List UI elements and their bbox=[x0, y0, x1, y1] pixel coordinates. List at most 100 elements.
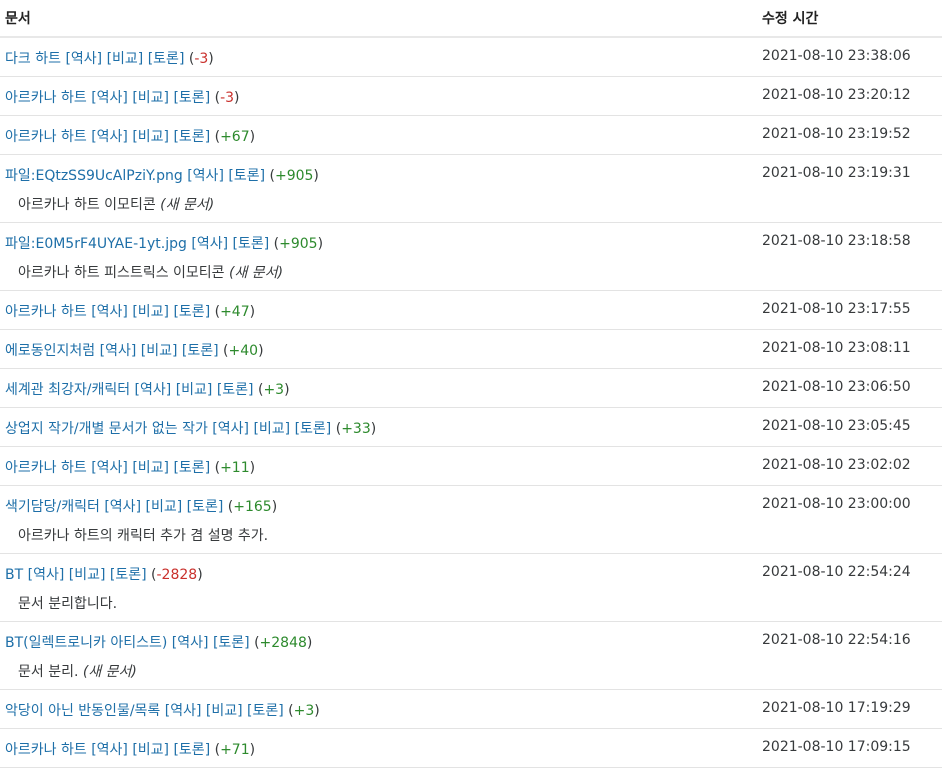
history-link[interactable]: [역사] bbox=[172, 635, 209, 651]
discuss-link[interactable]: [토론] bbox=[295, 421, 332, 437]
document-link[interactable]: 아르카나 하트 bbox=[5, 90, 87, 106]
change-size-value: +67 bbox=[220, 129, 250, 145]
compare-link[interactable]: [비교] bbox=[253, 421, 290, 437]
history-link[interactable]: [역사] bbox=[28, 567, 65, 583]
discuss-link[interactable]: [토론] bbox=[233, 236, 270, 252]
discuss-link[interactable]: [토론] bbox=[148, 51, 185, 67]
compare-link[interactable]: [비교] bbox=[107, 51, 144, 67]
change-size: (+2848) bbox=[254, 635, 313, 651]
compare-link[interactable]: [비교] bbox=[206, 703, 243, 719]
discuss-link[interactable]: [토론] bbox=[173, 460, 210, 476]
document-cell: 세계관 최강자/캐릭터 [역사] [비교] [토론] (+3) bbox=[5, 379, 290, 399]
change-size-value: +165 bbox=[233, 499, 272, 515]
document-link[interactable]: 에로동인지처럼 bbox=[5, 343, 95, 359]
compare-link[interactable]: [비교] bbox=[132, 129, 169, 145]
history-link[interactable]: [역사] bbox=[91, 129, 128, 145]
discuss-link[interactable]: [토론] bbox=[110, 567, 147, 583]
discuss-link[interactable]: [토론] bbox=[213, 635, 250, 651]
document-link[interactable]: 다크 하트 bbox=[5, 51, 61, 67]
change-size-value: +11 bbox=[220, 460, 250, 476]
history-link[interactable]: [역사] bbox=[104, 499, 141, 515]
column-header-modified-time: 수정 시간 bbox=[762, 11, 819, 27]
history-link[interactable]: [역사] bbox=[91, 304, 128, 320]
table-row: BT [역사] [비교] [토론] (-2828) 2021-08-10 22:5… bbox=[0, 554, 942, 622]
document-link[interactable]: 악당이 아닌 반동인물/목록 bbox=[5, 703, 160, 719]
change-size: (+905) bbox=[269, 168, 319, 184]
document-link[interactable]: 아르카나 하트 bbox=[5, 304, 87, 320]
table-header: 문서 수정 시간 bbox=[0, 0, 942, 38]
document-link[interactable]: 아르카나 하트 bbox=[5, 129, 87, 145]
compare-link[interactable]: [비교] bbox=[69, 567, 106, 583]
discuss-link[interactable]: [토론] bbox=[173, 90, 210, 106]
table-body: 다크 하트 [역사] [비교] [토론] (-3) 2021-08-10 23:3… bbox=[0, 38, 942, 768]
edit-summary: 아르카나 하트의 캐릭터 추가 겸 설명 추가. bbox=[18, 525, 268, 545]
history-link[interactable]: [역사] bbox=[91, 742, 128, 758]
document-link[interactable]: 파일:EQtzSS9UcAlPziY.png bbox=[5, 168, 183, 184]
document-cell: 아르카나 하트 [역사] [비교] [토론] (+71) bbox=[5, 739, 255, 759]
document-cell: BT(일렉트로니카 아티스트) [역사] [토론] (+2848) bbox=[5, 632, 312, 652]
compare-link[interactable]: [비교] bbox=[141, 343, 178, 359]
modified-time: 2021-08-10 23:17:55 bbox=[762, 301, 911, 317]
table-row: 다크 하트 [역사] [비교] [토론] (-3) 2021-08-10 23:3… bbox=[0, 38, 942, 77]
compare-link[interactable]: [비교] bbox=[145, 499, 182, 515]
history-link[interactable]: [역사] bbox=[212, 421, 249, 437]
history-link[interactable]: [역사] bbox=[187, 168, 224, 184]
change-size-value: -2828 bbox=[156, 567, 198, 583]
history-link[interactable]: [역사] bbox=[100, 343, 137, 359]
change-size-value: +905 bbox=[279, 236, 318, 252]
document-cell: 아르카나 하트 [역사] [비교] [토론] (-3) bbox=[5, 87, 240, 107]
document-link[interactable]: 색기담당/캐릭터 bbox=[5, 499, 100, 515]
change-size: (-3) bbox=[214, 90, 240, 106]
edit-summary: 아르카나 하트 이모티콘 (새 문서) bbox=[18, 194, 214, 214]
history-link[interactable]: [역사] bbox=[165, 703, 202, 719]
document-link[interactable]: 아르카나 하트 bbox=[5, 460, 87, 476]
change-size-value: +33 bbox=[341, 421, 371, 437]
modified-time: 2021-08-10 23:19:31 bbox=[762, 165, 911, 181]
document-link[interactable]: 파일:E0M5rF4UYAE-1yt.jpg bbox=[5, 236, 187, 252]
compare-link[interactable]: [비교] bbox=[132, 742, 169, 758]
edit-summary-text: 아르카나 하트 이모티콘 bbox=[18, 197, 156, 213]
discuss-link[interactable]: [토론] bbox=[173, 304, 210, 320]
document-link[interactable]: 세계관 최강자/캐릭터 bbox=[5, 382, 130, 398]
change-size: (+47) bbox=[214, 304, 256, 320]
document-cell: BT [역사] [비교] [토론] (-2828) bbox=[5, 564, 203, 584]
document-cell: 파일:E0M5rF4UYAE-1yt.jpg [역사] [토론] (+905) bbox=[5, 233, 323, 253]
document-link[interactable]: BT(일렉트로니카 아티스트) bbox=[5, 635, 167, 651]
table-row: 아르카나 하트 [역사] [비교] [토론] (+11) 2021-08-10 2… bbox=[0, 447, 942, 486]
table-row: 아르카나 하트 [역사] [비교] [토론] (+47) 2021-08-10 2… bbox=[0, 291, 942, 330]
table-row: 아르카나 하트 [역사] [비교] [토론] (+71) 2021-08-10 1… bbox=[0, 729, 942, 768]
history-link[interactable]: [역사] bbox=[91, 460, 128, 476]
document-link[interactable]: 아르카나 하트 bbox=[5, 742, 87, 758]
table-row: 아르카나 하트 [역사] [비교] [토론] (-3) 2021-08-10 23… bbox=[0, 77, 942, 116]
compare-link[interactable]: [비교] bbox=[132, 90, 169, 106]
change-size-value: +905 bbox=[274, 168, 314, 184]
change-size-value: -3 bbox=[220, 90, 235, 106]
document-link[interactable]: BT bbox=[5, 567, 23, 583]
change-size: (+71) bbox=[214, 742, 256, 758]
document-link[interactable]: 상업지 작가/개별 문서가 없는 작가 bbox=[5, 421, 208, 437]
document-cell: 아르카나 하트 [역사] [비교] [토론] (+11) bbox=[5, 457, 255, 477]
modified-time: 2021-08-10 23:19:52 bbox=[762, 126, 911, 142]
discuss-link[interactable]: [토론] bbox=[247, 703, 284, 719]
history-link[interactable]: [역사] bbox=[91, 90, 128, 106]
modified-time: 2021-08-10 22:54:24 bbox=[762, 564, 911, 580]
modified-time: 2021-08-10 23:38:06 bbox=[762, 48, 911, 64]
discuss-link[interactable]: [토론] bbox=[228, 168, 265, 184]
compare-link[interactable]: [비교] bbox=[176, 382, 213, 398]
history-link[interactable]: [역사] bbox=[191, 236, 228, 252]
history-link[interactable]: [역사] bbox=[135, 382, 172, 398]
discuss-link[interactable]: [토론] bbox=[182, 343, 219, 359]
table-row: 파일:EQtzSS9UcAlPziY.png [역사] [토론] (+905) 2… bbox=[0, 155, 942, 223]
history-link[interactable]: [역사] bbox=[65, 51, 102, 67]
compare-link[interactable]: [비교] bbox=[132, 460, 169, 476]
compare-link[interactable]: [비교] bbox=[132, 304, 169, 320]
discuss-link[interactable]: [토론] bbox=[173, 129, 210, 145]
table-row: 악당이 아닌 반동인물/목록 [역사] [비교] [토론] (+3) 2021-0… bbox=[0, 690, 942, 729]
discuss-link[interactable]: [토론] bbox=[217, 382, 254, 398]
change-size: (+11) bbox=[214, 460, 256, 476]
table-row: 세계관 최강자/캐릭터 [역사] [비교] [토론] (+3) 2021-08-1… bbox=[0, 369, 942, 408]
discuss-link[interactable]: [토론] bbox=[173, 742, 210, 758]
recent-changes-table: 문서 수정 시간 다크 하트 [역사] [비교] [토론] (-3) 2021-0… bbox=[0, 0, 942, 768]
discuss-link[interactable]: [토론] bbox=[187, 499, 224, 515]
modified-time: 2021-08-10 22:54:16 bbox=[762, 632, 911, 648]
